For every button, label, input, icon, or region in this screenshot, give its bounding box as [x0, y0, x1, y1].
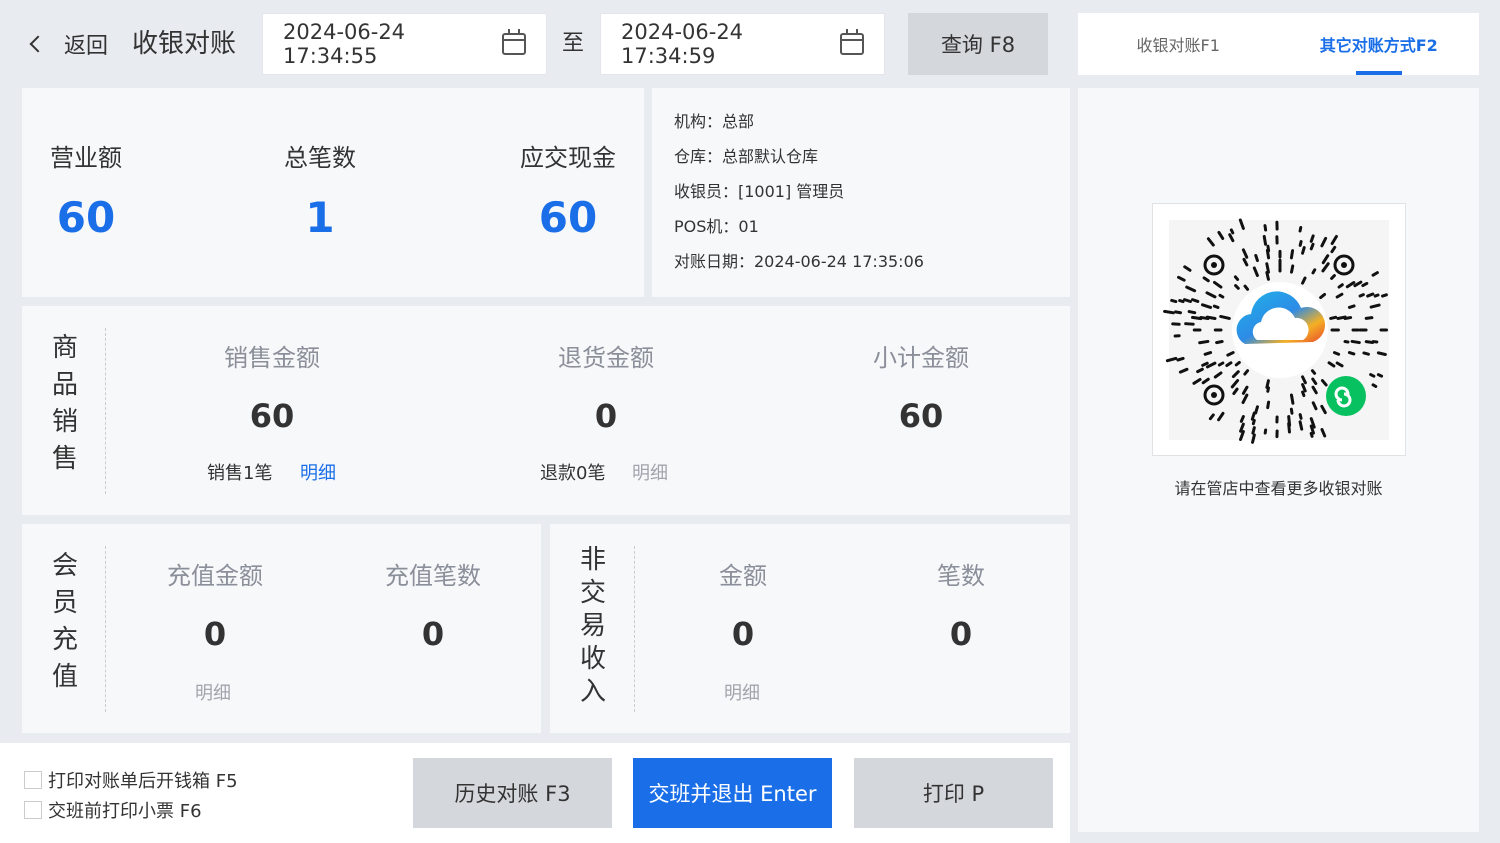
subtotal-amount-value: 60: [898, 397, 944, 435]
recharge-count-label: 充值笔数: [385, 562, 481, 590]
sales-amount-value: 60: [249, 397, 295, 435]
checkbox[interactable]: [24, 801, 42, 819]
end-date-value: 2024-06-24 17:34:59: [621, 20, 744, 68]
recharge-amount-block: 充值金额 0: [115, 556, 315, 653]
section-divider: [105, 546, 106, 712]
bottom-action-bar: 打印对账单后开钱箱 F5 交班前打印小票 F6 历史对账 F3 交班并退出 En…: [0, 743, 1070, 843]
recon-tabs: 收银对账F1 其它对账方式F2: [1078, 13, 1479, 75]
count-label: 总笔数: [284, 144, 356, 172]
count-block: 总笔数 1: [270, 88, 370, 242]
goods-sales-section: 商 品 销 售 销售金额 60 退货金额 0 小计金额 60 销售1笔 明细 退…: [22, 306, 1070, 515]
mini-program-qr-icon: [1163, 218, 1389, 444]
recharge-count-value: 0: [421, 615, 445, 653]
history-recon-button[interactable]: 历史对账 F3: [413, 758, 612, 828]
member-recharge-label: 会 员 充 值: [51, 551, 78, 692]
cash-label: 应交现金: [520, 144, 616, 172]
section-divider: [634, 546, 635, 712]
org-info: 机构：总部: [674, 112, 755, 131]
qr-caption: 请在管店中查看更多收银对账: [1174, 479, 1383, 498]
query-button[interactable]: 查询 F8: [908, 13, 1048, 75]
revenue-label: 营业额: [50, 144, 122, 172]
cashier-info: 收银员：[1001] 管理员: [674, 182, 845, 201]
non-trade-amount-value: 0: [731, 615, 755, 653]
tab-cash-recon[interactable]: 收银对账F1: [1078, 13, 1279, 75]
checkbox[interactable]: [24, 771, 42, 789]
calendar-icon[interactable]: [840, 29, 864, 55]
qr-panel: 请在管店中查看更多收银对账: [1078, 88, 1479, 832]
pos-info: POS机：01: [674, 217, 759, 236]
end-date-input[interactable]: 2024-06-24 17:34:59: [600, 13, 885, 75]
refund-amount-block: 退货金额 0: [506, 338, 706, 435]
revenue-block: 营业额 60: [50, 88, 160, 242]
non-trade-amount-block: 金额 0: [643, 556, 843, 653]
refund-amount-label: 退货金额: [558, 344, 654, 372]
sales-amount-block: 销售金额 60: [172, 338, 372, 435]
start-date-input[interactable]: 2024-06-24 17:34:55: [262, 13, 547, 75]
print-button[interactable]: 打印 P: [854, 758, 1053, 828]
revenue-value: 60: [56, 193, 116, 242]
opt-open-drawer[interactable]: 打印对账单后开钱箱 F5: [24, 767, 238, 793]
sales-count: 销售1笔: [207, 463, 273, 484]
page-title: 收银对账: [132, 29, 237, 59]
recharge-detail-link[interactable]: 明细: [195, 679, 231, 705]
summary-card: 营业额 60 总笔数 1 应交现金 60: [22, 88, 644, 297]
member-recharge-section: 会 员 充 值 充值金额 0 充值笔数 0 明细: [22, 524, 541, 733]
non-trade-detail-link[interactable]: 明细: [724, 679, 760, 705]
opt-open-drawer-label: 打印对账单后开钱箱 F5: [48, 771, 238, 792]
sales-amount-label: 销售金额: [224, 344, 320, 372]
recharge-amount-label: 充值金额: [167, 562, 263, 590]
warehouse-info: 仓库：总部默认仓库: [674, 147, 819, 166]
goods-sales-label: 商 品 销 售: [51, 333, 78, 474]
sales-detail-link[interactable]: 明细: [300, 459, 336, 485]
refund-detail-link[interactable]: 明细: [632, 459, 668, 485]
recharge-amount-value: 0: [203, 615, 227, 653]
tab-other-recon[interactable]: 其它对账方式F2: [1279, 13, 1480, 75]
recon-date-info: 对账日期：2024-06-24 17:35:06: [674, 252, 924, 271]
refund-count: 退款0笔: [540, 463, 606, 484]
subtotal-amount-label: 小计金额: [873, 344, 969, 372]
qr-code-box: [1152, 203, 1406, 456]
cash-block: 应交现金 60: [512, 88, 624, 242]
non-trade-income-section: 非 交 易 收 入 金额 0 笔数 0 明细: [550, 524, 1070, 733]
start-date-value: 2024-06-24 17:34:55: [283, 20, 406, 68]
date-range-separator: 至: [561, 31, 584, 56]
subtotal-amount-block: 小计金额 60: [821, 338, 1021, 435]
refund-amount-value: 0: [594, 397, 618, 435]
shift-exit-button[interactable]: 交班并退出 Enter: [633, 758, 832, 828]
non-trade-count-block: 笔数 0: [861, 556, 1061, 653]
non-trade-amount-label: 金额: [719, 562, 767, 590]
recharge-count-block: 充值笔数 0: [333, 556, 533, 653]
non-trade-income-label: 非 交 易 收 入: [579, 545, 606, 707]
opt-print-receipt[interactable]: 交班前打印小票 F6: [24, 797, 202, 823]
back-label: 返回: [64, 34, 109, 59]
opt-print-receipt-label: 交班前打印小票 F6: [48, 801, 202, 822]
count-value: 1: [305, 193, 335, 242]
info-card: 机构：总部 仓库：总部默认仓库 收银员：[1001] 管理员 POS机：01 对…: [652, 88, 1070, 297]
calendar-icon[interactable]: [502, 29, 526, 55]
cash-value: 60: [538, 193, 598, 242]
chevron-left-icon: [29, 35, 47, 53]
non-trade-count-value: 0: [949, 615, 973, 653]
back-button[interactable]: 返回: [22, 22, 108, 66]
section-divider: [105, 328, 106, 494]
non-trade-count-label: 笔数: [937, 562, 985, 590]
